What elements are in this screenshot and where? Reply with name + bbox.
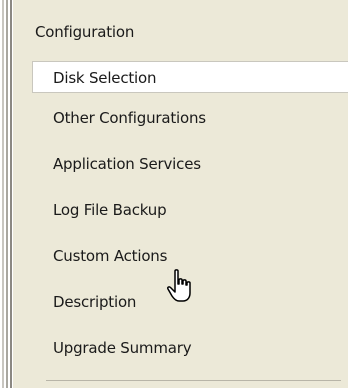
nav-item-disk-selection[interactable]: Disk Selection xyxy=(32,61,348,93)
configuration-nav-panel: Configuration Disk Selection Other Confi… xyxy=(13,0,348,388)
section-header-configuration: Configuration xyxy=(35,23,135,41)
nav-item-application-services[interactable]: Application Services xyxy=(53,152,201,176)
nav-item-description[interactable]: Description xyxy=(53,290,136,314)
border-line xyxy=(6,0,8,388)
nav-item-log-file-backup[interactable]: Log File Backup xyxy=(53,198,167,222)
divider xyxy=(46,380,341,381)
window-left-border xyxy=(0,0,13,388)
border-line xyxy=(2,0,4,388)
nav-item-upgrade-summary[interactable]: Upgrade Summary xyxy=(53,336,192,360)
nav-item-custom-actions[interactable]: Custom Actions xyxy=(53,244,167,268)
border-line xyxy=(10,0,12,388)
hand-pointer-icon xyxy=(167,269,191,302)
nav-item-other-configurations[interactable]: Other Configurations xyxy=(53,106,206,130)
